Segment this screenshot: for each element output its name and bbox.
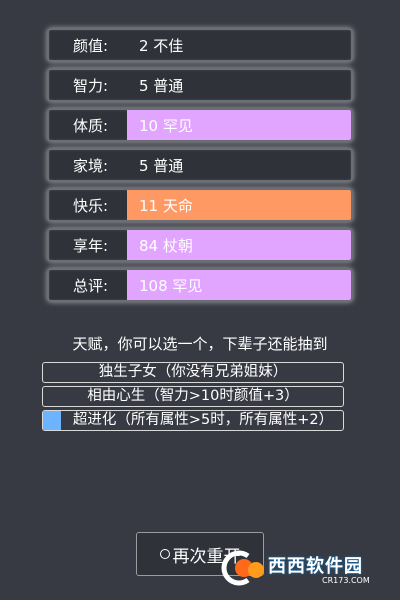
- stat-value: 5 普通: [139, 76, 184, 95]
- talent-option-only-child[interactable]: 独生子女（你没有兄弟姐妹）: [42, 362, 344, 383]
- stat-value: 2 不佳: [139, 36, 184, 55]
- stat-value: 84 杖朝: [127, 230, 351, 260]
- talent-option-text: 相由心生（智力>10时颜值+3）: [87, 388, 299, 404]
- stat-row-overall: 总评: 108 罕见: [47, 268, 353, 302]
- watermark-url: CR173.COM: [322, 576, 370, 585]
- talent-option-appearance-mind[interactable]: 相由心生（智力>10时颜值+3）: [42, 386, 344, 407]
- stat-row-happiness: 快乐: 11 天命: [47, 188, 353, 222]
- stat-row-lifespan: 享年: 84 杖朝: [47, 228, 353, 262]
- stat-label: 家境:: [73, 156, 109, 175]
- stat-value: 5 普通: [139, 156, 184, 175]
- selected-indicator: [43, 411, 61, 430]
- stat-label: 快乐:: [73, 196, 109, 215]
- stat-label: 智力:: [73, 76, 109, 95]
- talent-title: 天赋，你可以选一个，下辈子还能抽到: [72, 335, 328, 353]
- talent-option-text: 超进化（所有属性>5时，所有属性+2）: [72, 412, 334, 428]
- stat-label: 颜值:: [73, 36, 109, 55]
- stat-row-family: 家境: 5 普通: [47, 148, 353, 182]
- stat-label: 体质:: [73, 116, 109, 135]
- talent-list: 独生子女（你没有兄弟姐妹） 相由心生（智力>10时颜值+3） 超进化（所有属性>…: [42, 362, 344, 434]
- talent-option-super-evolution[interactable]: 超进化（所有属性>5时，所有属性+2）: [42, 410, 344, 431]
- stat-label: 享年:: [73, 236, 109, 255]
- restart-icon: [159, 549, 170, 559]
- stat-row-intelligence: 智力: 5 普通: [47, 68, 353, 102]
- stat-value: 108 罕见: [127, 270, 351, 300]
- stat-label: 总评:: [73, 276, 109, 295]
- stat-value: 11 天命: [127, 190, 351, 220]
- watermark-brand: 西西软件园: [268, 556, 363, 577]
- talent-option-text: 独生子女（你没有兄弟姐妹）: [98, 364, 288, 380]
- stat-row-appearance: 颜值: 2 不佳: [47, 28, 353, 62]
- stat-row-constitution: 体质: 10 罕见: [47, 108, 353, 142]
- site-watermark: 西西软件园 CR173.COM: [218, 548, 382, 588]
- stats-panel: 颜值: 2 不佳 智力: 5 普通 体质: 10 罕见 家境: 5 普通 快乐:…: [47, 28, 353, 308]
- watermark-logo-icon: [221, 550, 264, 586]
- stat-value: 10 罕见: [127, 110, 351, 140]
